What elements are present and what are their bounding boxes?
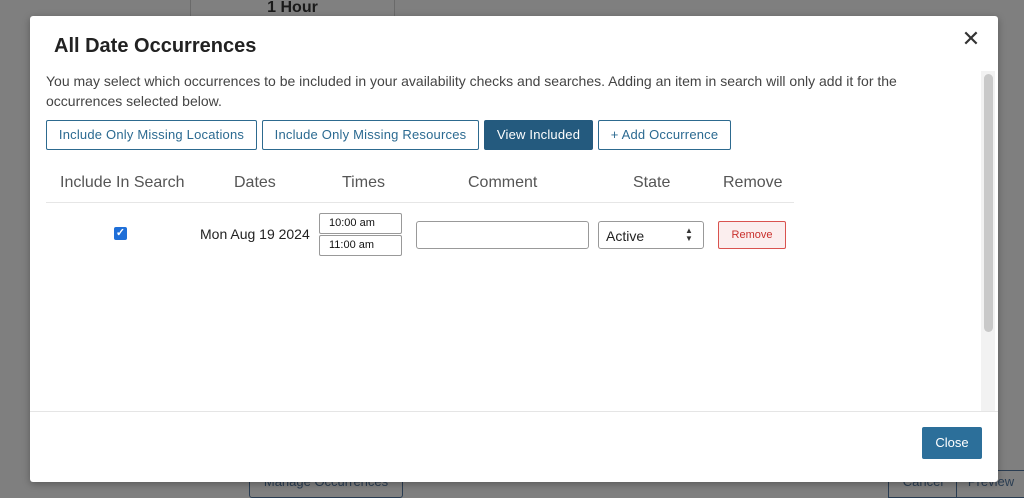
header-remove: Remove — [723, 174, 783, 191]
header-dates: Dates — [234, 174, 276, 191]
end-time-input[interactable]: 11:00 am — [319, 235, 402, 256]
comment-input[interactable] — [416, 221, 589, 249]
scrollbar-thumb[interactable] — [984, 74, 993, 332]
modal-description: You may select which occurrences to be i… — [46, 73, 897, 109]
include-checkbox[interactable]: ✓ — [114, 227, 127, 240]
header-comment: Comment — [468, 174, 538, 191]
start-time-input[interactable]: 10:00 am — [319, 213, 402, 234]
header-divider — [46, 202, 794, 203]
close-button[interactable]: Close — [922, 427, 982, 459]
select-arrows-icon: ▲ ▼ — [685, 226, 693, 243]
include-missing-resources-button[interactable]: Include Only Missing Resources — [262, 120, 479, 150]
add-occurrence-button[interactable]: + Add Occurrence — [598, 120, 731, 150]
occurrences-modal: All Date Occurrences ✕ You may select wh… — [30, 16, 998, 482]
footer-divider — [30, 411, 998, 412]
occurrence-date: Mon Aug 19 2024 — [200, 226, 310, 242]
close-icon[interactable]: ✕ — [960, 28, 982, 50]
include-missing-locations-button[interactable]: Include Only Missing Locations — [46, 120, 257, 150]
state-select[interactable]: Active ▲ ▼ — [598, 221, 704, 249]
remove-button[interactable]: Remove — [718, 221, 786, 249]
header-include-in-search: Include In Search — [60, 174, 185, 191]
header-times: Times — [342, 174, 385, 191]
state-value: Active — [606, 228, 645, 244]
modal-title: All Date Occurrences — [54, 35, 257, 57]
header-state: State — [633, 174, 671, 191]
view-included-button[interactable]: View Included — [484, 120, 593, 150]
